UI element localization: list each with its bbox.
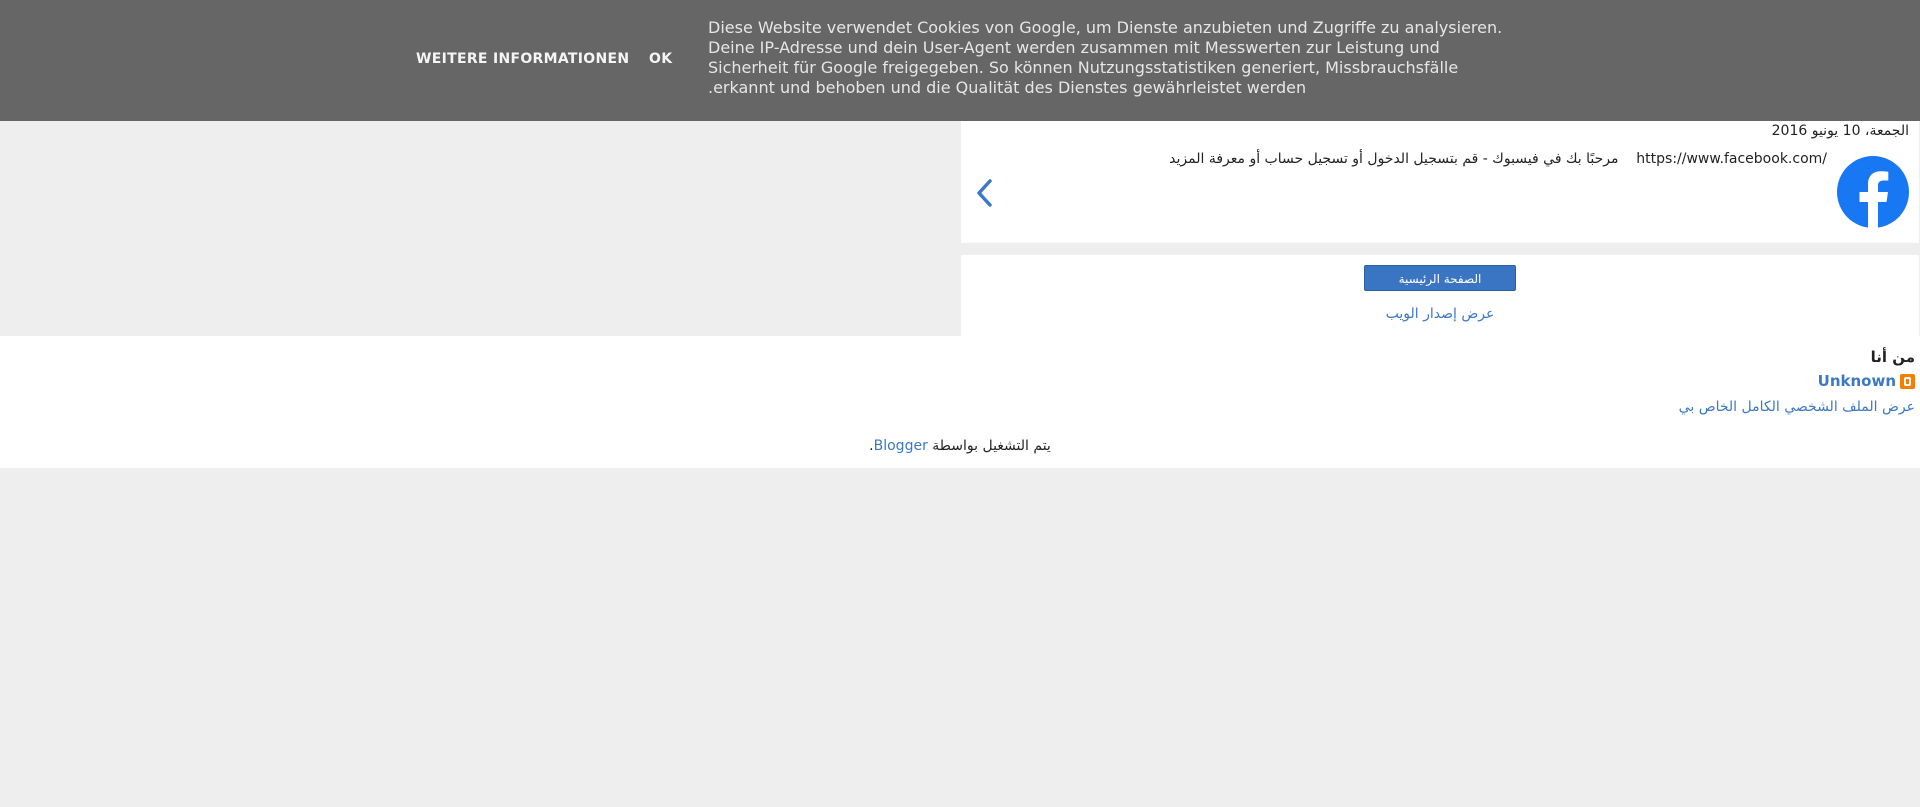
- post-snippet-text: مرحبًا بك في فيسبوك - قم بتسجيل الدخول أ…: [1169, 151, 1619, 167]
- web-version-link: عرض إصدار الويب: [961, 306, 1919, 322]
- about-me-title: من أنا: [1870, 348, 1915, 366]
- cookie-text-line: Sicherheit für Google freigegeben. So kö…: [708, 58, 1459, 77]
- powered-by-text: يتم التشغيل بواسطة: [932, 438, 1051, 454]
- cookie-more-info-button[interactable]: WEITERE INFORMATIONEN: [416, 51, 629, 67]
- home-button[interactable]: الصفحة الرئيسية: [1364, 265, 1516, 291]
- cookie-ok-button[interactable]: OK: [649, 51, 672, 67]
- post-url: https://www.facebook.com/: [1636, 151, 1827, 167]
- powered-by: يتم التشغيل بواسطة Blogger.: [0, 438, 1920, 454]
- post-card: الجمعة، 10 يونيو 2016 مرحبًا بك في فيسبو…: [961, 121, 1919, 243]
- mobile-nav: الصفحة الرئيسية عرض إصدار الويب: [961, 255, 1919, 336]
- cookie-notice-text: Diese Website verwendet Cookies von Goog…: [708, 18, 1528, 98]
- profile-section: من أنا Unknown عرض الملف الشخصي الكامل ا…: [0, 336, 1920, 468]
- post-snippet[interactable]: مرحبًا بك في فيسبوك - قم بتسجيل الدخول أ…: [1169, 151, 1827, 167]
- facebook-logo-icon[interactable]: [1837, 156, 1909, 228]
- section-divider: [961, 243, 1919, 255]
- post-date: الجمعة، 10 يونيو 2016: [1771, 123, 1909, 139]
- cookie-text-line: Diese Website verwendet Cookies von Goog…: [708, 18, 1503, 37]
- cookie-text-line: Deine IP-Adresse und dein User-Agent wer…: [708, 38, 1440, 57]
- view-full-profile-link[interactable]: عرض الملف الشخصي الكامل الخاص بي: [1679, 399, 1915, 415]
- cookie-consent-bar: Diese Website verwendet Cookies von Goog…: [0, 0, 1920, 121]
- blogger-icon: [1900, 373, 1915, 389]
- profile-name-row: Unknown: [1818, 372, 1915, 390]
- web-version-link-text[interactable]: عرض إصدار الويب: [1386, 306, 1495, 322]
- cookie-text-line: .erkannt und behoben und die Qualität de…: [708, 78, 1307, 97]
- profile-name-link[interactable]: Unknown: [1818, 372, 1896, 390]
- blogger-link[interactable]: Blogger: [874, 438, 928, 454]
- chevron-left-icon[interactable]: [974, 177, 994, 209]
